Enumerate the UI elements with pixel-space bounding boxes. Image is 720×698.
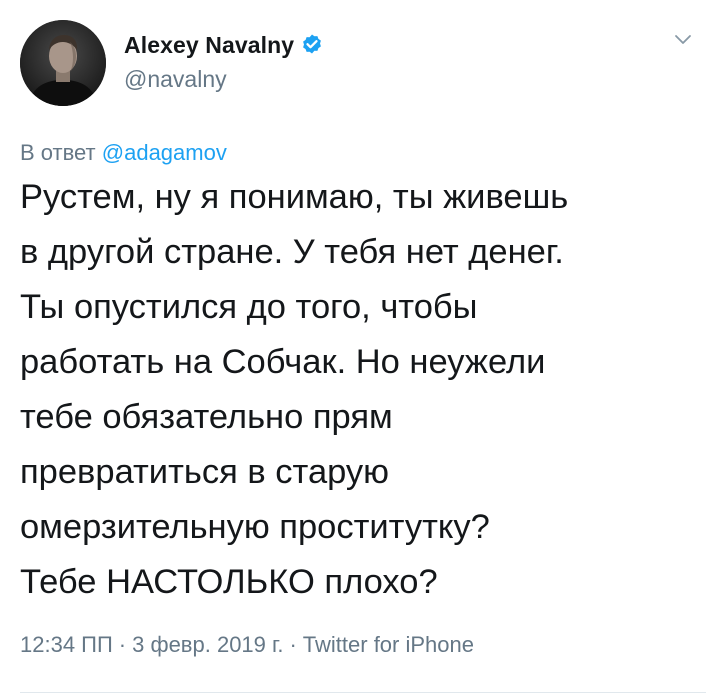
meta-separator: · — [118, 632, 127, 657]
avatar[interactable] — [20, 20, 106, 106]
tweet-text-line: Рустем, ну я понимаю, ты живешь — [20, 178, 569, 216]
tweet-text-line: Тебе НАСТОЛЬКО плохо? — [20, 563, 438, 601]
display-name[interactable]: Alexey Navalny — [124, 32, 294, 59]
reply-mention-link[interactable]: @adagamov — [102, 140, 227, 165]
tweet-text-line: тебе обязательно прям — [20, 398, 393, 436]
tweet-time[interactable]: 12:34 ПП — [20, 632, 113, 657]
tweet-date[interactable]: 3 февр. 2019 г. — [132, 632, 283, 657]
user-handle[interactable]: @navalny — [124, 66, 324, 93]
tweet-metadata: 12:34 ПП · 3 февр. 2019 г. · Twitter for iPh… — [20, 632, 474, 658]
user-info: Alexey Navalny @navalny — [124, 30, 324, 93]
tweet-text-line: превратиться в старую — [20, 453, 390, 491]
tweet-card: Alexey Navalny @navalny В ответ @adagamo… — [0, 0, 720, 698]
tweet-text: Рустем, ну я понимаю, ты живешь в другой… — [20, 170, 710, 610]
display-name-row: Alexey Navalny — [124, 30, 324, 60]
verified-badge-icon — [300, 33, 324, 57]
divider — [20, 692, 706, 693]
reply-prefix: В ответ — [20, 140, 96, 165]
tweet-text-line: работать на Собчак. Но неужели — [20, 343, 546, 381]
reply-context: В ответ @adagamov — [20, 140, 227, 166]
avatar-photo — [20, 20, 106, 106]
tweet-header: Alexey Navalny @navalny — [20, 18, 700, 108]
chevron-down-icon[interactable] — [672, 28, 694, 50]
tweet-text-line: в другой стране. У тебя нет денег. — [20, 233, 564, 271]
tweet-text-line: Ты опустился до того, чтобы — [20, 288, 478, 326]
tweet-text-line: омерзительную проститутку? — [20, 508, 490, 546]
meta-separator: · — [289, 632, 297, 657]
tweet-source-link[interactable]: Twitter for iPhone — [303, 632, 474, 657]
